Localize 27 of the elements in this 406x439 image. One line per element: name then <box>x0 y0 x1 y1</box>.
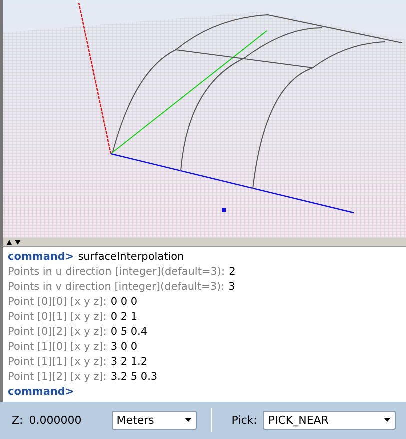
entered-text: 0 2 1 <box>110 311 138 323</box>
caret-icon <box>384 418 392 422</box>
console-question: Point [1][2] [x y z]: <box>8 371 107 383</box>
entered-text: 3 2 1.2 <box>110 356 148 368</box>
console-question: Point [0][0] [x y z]: <box>8 296 107 308</box>
command-prompt: command> <box>8 251 74 263</box>
entered-text: 3 0 0 <box>110 341 138 353</box>
caret-icon <box>184 418 192 422</box>
console-question: Point [1][1] [x y z]: <box>8 356 107 368</box>
console-question: Points in u direction [integer](default=3): <box>8 266 226 278</box>
console-question: Points in v direction [integer](default=3): <box>8 281 225 293</box>
console-question: Point [0][2] [x y z]: <box>8 326 107 338</box>
entered-text: 0 0 0 <box>110 296 138 308</box>
entered-text: 2 <box>229 266 236 278</box>
entered-text: 3 <box>228 281 236 293</box>
z-label: Z: <box>12 414 24 426</box>
pick-label: Pick: <box>232 414 258 426</box>
console-question: Point [0][1] [x y z]: <box>8 311 107 323</box>
pick-dropdown[interactable]: PICK_NEAR <box>263 410 396 430</box>
z-value: 0.000000 <box>29 414 82 426</box>
splitter-arrows-icon[interactable] <box>7 240 21 244</box>
units-dropdown[interactable]: Meters <box>112 410 197 430</box>
entered-text: surfaceInterpolation <box>78 251 184 263</box>
console-question: Point [1][0] [x y z]: <box>8 341 107 353</box>
entered-text: 0 5 0.4 <box>110 326 148 338</box>
command-prompt: command> <box>8 386 74 398</box>
entered-text: 3.2 5 0.3 <box>110 371 158 383</box>
